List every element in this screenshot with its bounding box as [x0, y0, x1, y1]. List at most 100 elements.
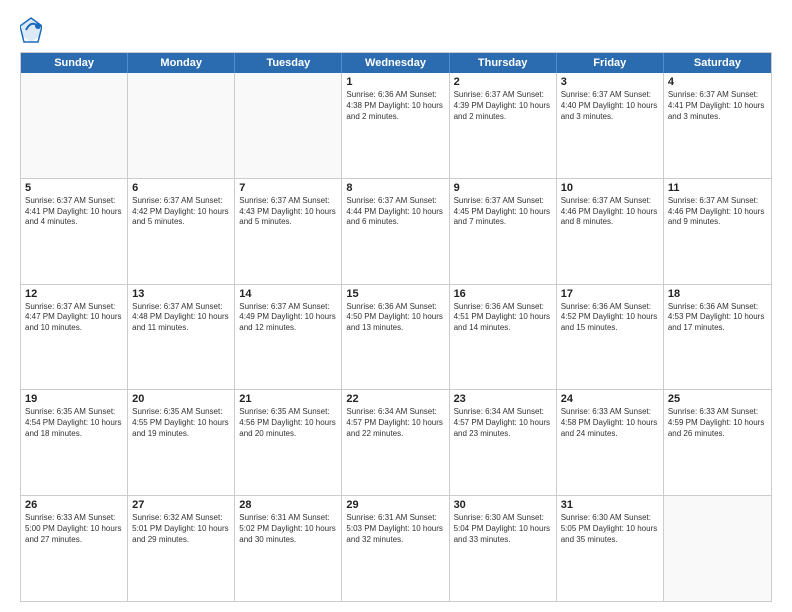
- day-number: 6: [132, 182, 230, 194]
- calendar-cell: 31 Sunrise: 6:30 AM Sunset: 5:05 PM Dayli…: [557, 496, 664, 601]
- day-info: Sunrise: 6:37 AM Sunset: 4:42 PM Dayligh…: [132, 196, 230, 228]
- day-info: Sunrise: 6:36 AM Sunset: 4:38 PM Dayligh…: [346, 90, 444, 122]
- calendar-cell: 30 Sunrise: 6:30 AM Sunset: 5:04 PM Dayli…: [450, 496, 557, 601]
- calendar-week-3: 12 Sunrise: 6:37 AM Sunset: 4:47 PM Dayli…: [21, 285, 771, 391]
- weekday-header-monday: Monday: [128, 53, 235, 73]
- calendar-cell: 1 Sunrise: 6:36 AM Sunset: 4:38 PM Daylig…: [342, 73, 449, 178]
- day-info: Sunrise: 6:37 AM Sunset: 4:41 PM Dayligh…: [668, 90, 767, 122]
- day-number: 1: [346, 76, 444, 88]
- day-number: 7: [239, 182, 337, 194]
- day-info: Sunrise: 6:31 AM Sunset: 5:02 PM Dayligh…: [239, 513, 337, 545]
- calendar-cell: 4 Sunrise: 6:37 AM Sunset: 4:41 PM Daylig…: [664, 73, 771, 178]
- calendar-cell: 28 Sunrise: 6:31 AM Sunset: 5:02 PM Dayli…: [235, 496, 342, 601]
- calendar-cell: [21, 73, 128, 178]
- calendar: SundayMondayTuesdayWednesdayThursdayFrid…: [20, 52, 772, 602]
- day-number: 3: [561, 76, 659, 88]
- day-info: Sunrise: 6:37 AM Sunset: 4:47 PM Dayligh…: [25, 302, 123, 334]
- day-number: 21: [239, 393, 337, 405]
- calendar-cell: 8Sunrise: 6:37 AM Sunset: 4:44 PM Daylig…: [342, 179, 449, 284]
- day-number: 2: [454, 76, 552, 88]
- day-info: Sunrise: 6:37 AM Sunset: 4:48 PM Dayligh…: [132, 302, 230, 334]
- weekday-header-tuesday: Tuesday: [235, 53, 342, 73]
- header: [20, 16, 772, 44]
- logo-icon: [20, 16, 42, 44]
- calendar-cell: 3Sunrise: 6:37 AM Sunset: 4:40 PM Daylig…: [557, 73, 664, 178]
- day-info: Sunrise: 6:37 AM Sunset: 4:46 PM Dayligh…: [561, 196, 659, 228]
- day-number: 15: [346, 288, 444, 300]
- day-info: Sunrise: 6:37 AM Sunset: 4:41 PM Dayligh…: [25, 196, 123, 228]
- day-info: Sunrise: 6:34 AM Sunset: 4:57 PM Dayligh…: [346, 407, 444, 439]
- calendar-cell: 25 Sunrise: 6:33 AM Sunset: 4:59 PM Dayli…: [664, 390, 771, 495]
- day-number: 19: [25, 393, 123, 405]
- day-number: 27: [132, 499, 230, 511]
- calendar-cell: 10Sunrise: 6:37 AM Sunset: 4:46 PM Dayli…: [557, 179, 664, 284]
- calendar-cell: 14 Sunrise: 6:37 AM Sunset: 4:49 PM Dayli…: [235, 285, 342, 390]
- day-number: 12: [25, 288, 123, 300]
- calendar-cell: 27 Sunrise: 6:32 AM Sunset: 5:01 PM Dayli…: [128, 496, 235, 601]
- day-number: 23: [454, 393, 552, 405]
- day-number: 31: [561, 499, 659, 511]
- calendar-header: SundayMondayTuesdayWednesdayThursdayFrid…: [21, 53, 771, 73]
- weekday-header-wednesday: Wednesday: [342, 53, 449, 73]
- calendar-cell: 11 Sunrise: 6:37 AM Sunset: 4:46 PM Dayli…: [664, 179, 771, 284]
- weekday-header-saturday: Saturday: [664, 53, 771, 73]
- day-info: Sunrise: 6:30 AM Sunset: 5:04 PM Dayligh…: [454, 513, 552, 545]
- day-number: 11: [668, 182, 767, 194]
- day-number: 4: [668, 76, 767, 88]
- day-number: 14: [239, 288, 337, 300]
- day-number: 18: [668, 288, 767, 300]
- calendar-cell: 15Sunrise: 6:36 AM Sunset: 4:50 PM Dayli…: [342, 285, 449, 390]
- calendar-cell: 20Sunrise: 6:35 AM Sunset: 4:55 PM Dayli…: [128, 390, 235, 495]
- day-number: 24: [561, 393, 659, 405]
- calendar-cell: 6 Sunrise: 6:37 AM Sunset: 4:42 PM Daylig…: [128, 179, 235, 284]
- calendar-cell: 21 Sunrise: 6:35 AM Sunset: 4:56 PM Dayli…: [235, 390, 342, 495]
- calendar-cell: 16Sunrise: 6:36 AM Sunset: 4:51 PM Dayli…: [450, 285, 557, 390]
- day-number: 25: [668, 393, 767, 405]
- day-info: Sunrise: 6:33 AM Sunset: 4:59 PM Dayligh…: [668, 407, 767, 439]
- weekday-header-sunday: Sunday: [21, 53, 128, 73]
- day-info: Sunrise: 6:37 AM Sunset: 4:39 PM Dayligh…: [454, 90, 552, 122]
- day-info: Sunrise: 6:35 AM Sunset: 4:54 PM Dayligh…: [25, 407, 123, 439]
- day-info: Sunrise: 6:36 AM Sunset: 4:52 PM Dayligh…: [561, 302, 659, 334]
- weekday-header-friday: Friday: [557, 53, 664, 73]
- calendar-cell: 18 Sunrise: 6:36 AM Sunset: 4:53 PM Dayli…: [664, 285, 771, 390]
- calendar-week-2: 5 Sunrise: 6:37 AM Sunset: 4:41 PM Daylig…: [21, 179, 771, 285]
- day-number: 13: [132, 288, 230, 300]
- calendar-cell: [128, 73, 235, 178]
- day-info: Sunrise: 6:35 AM Sunset: 4:56 PM Dayligh…: [239, 407, 337, 439]
- calendar-cell: [664, 496, 771, 601]
- day-info: Sunrise: 6:37 AM Sunset: 4:43 PM Dayligh…: [239, 196, 337, 228]
- day-number: 9: [454, 182, 552, 194]
- calendar-cell: 12 Sunrise: 6:37 AM Sunset: 4:47 PM Dayli…: [21, 285, 128, 390]
- day-info: Sunrise: 6:37 AM Sunset: 4:45 PM Dayligh…: [454, 196, 552, 228]
- day-number: 17: [561, 288, 659, 300]
- calendar-cell: 17 Sunrise: 6:36 AM Sunset: 4:52 PM Dayli…: [557, 285, 664, 390]
- page: SundayMondayTuesdayWednesdayThursdayFrid…: [0, 0, 792, 612]
- calendar-week-4: 19 Sunrise: 6:35 AM Sunset: 4:54 PM Dayli…: [21, 390, 771, 496]
- calendar-body: 1 Sunrise: 6:36 AM Sunset: 4:38 PM Daylig…: [21, 73, 771, 601]
- day-info: Sunrise: 6:32 AM Sunset: 5:01 PM Dayligh…: [132, 513, 230, 545]
- day-number: 29: [346, 499, 444, 511]
- day-number: 5: [25, 182, 123, 194]
- day-info: Sunrise: 6:37 AM Sunset: 4:49 PM Dayligh…: [239, 302, 337, 334]
- calendar-cell: 23 Sunrise: 6:34 AM Sunset: 4:57 PM Dayli…: [450, 390, 557, 495]
- logo: [20, 16, 46, 44]
- day-info: Sunrise: 6:34 AM Sunset: 4:57 PM Dayligh…: [454, 407, 552, 439]
- calendar-week-1: 1 Sunrise: 6:36 AM Sunset: 4:38 PM Daylig…: [21, 73, 771, 179]
- calendar-week-5: 26Sunrise: 6:33 AM Sunset: 5:00 PM Dayli…: [21, 496, 771, 601]
- day-number: 28: [239, 499, 337, 511]
- day-info: Sunrise: 6:36 AM Sunset: 4:51 PM Dayligh…: [454, 302, 552, 334]
- day-number: 30: [454, 499, 552, 511]
- weekday-header-thursday: Thursday: [450, 53, 557, 73]
- calendar-cell: 26Sunrise: 6:33 AM Sunset: 5:00 PM Dayli…: [21, 496, 128, 601]
- day-info: Sunrise: 6:37 AM Sunset: 4:46 PM Dayligh…: [668, 196, 767, 228]
- calendar-cell: 5 Sunrise: 6:37 AM Sunset: 4:41 PM Daylig…: [21, 179, 128, 284]
- calendar-cell: 29Sunrise: 6:31 AM Sunset: 5:03 PM Dayli…: [342, 496, 449, 601]
- day-info: Sunrise: 6:30 AM Sunset: 5:05 PM Dayligh…: [561, 513, 659, 545]
- day-number: 22: [346, 393, 444, 405]
- day-info: Sunrise: 6:36 AM Sunset: 4:53 PM Dayligh…: [668, 302, 767, 334]
- day-info: Sunrise: 6:37 AM Sunset: 4:44 PM Dayligh…: [346, 196, 444, 228]
- day-number: 26: [25, 499, 123, 511]
- calendar-cell: 13 Sunrise: 6:37 AM Sunset: 4:48 PM Dayli…: [128, 285, 235, 390]
- calendar-cell: 2 Sunrise: 6:37 AM Sunset: 4:39 PM Daylig…: [450, 73, 557, 178]
